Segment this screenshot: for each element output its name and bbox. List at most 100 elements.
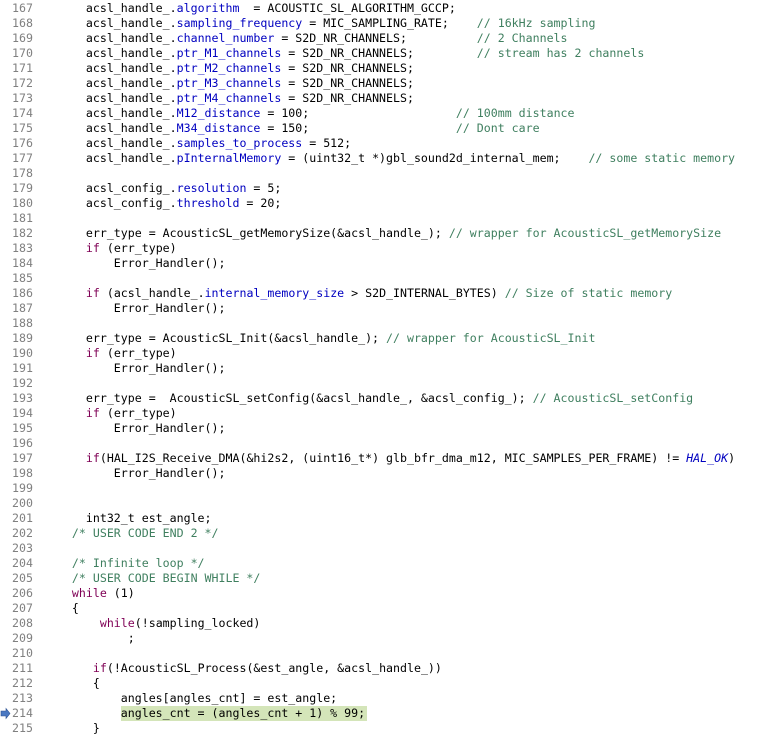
code-text[interactable]: { xyxy=(44,601,79,616)
code-text[interactable]: err_type = AcousticSL_setConfig(&acsl_ha… xyxy=(44,391,693,406)
code-text[interactable]: ; xyxy=(44,631,135,646)
code-text[interactable]: err_type = AcousticSL_Init(&acsl_handle_… xyxy=(44,331,596,346)
code-line[interactable]: 189 err_type = AcousticSL_Init(&acsl_han… xyxy=(0,331,760,346)
code-line[interactable]: 173 acsl_handle_.ptr_M4_channels = S2D_N… xyxy=(0,91,760,106)
code-text[interactable]: if (err_type) xyxy=(44,406,177,421)
code-text[interactable]: } xyxy=(44,721,100,736)
code-line[interactable]: 191 Error_Handler(); xyxy=(0,361,760,376)
code-line[interactable]: 210 xyxy=(0,646,760,661)
code-line[interactable]: 176 acsl_handle_.samples_to_process = 51… xyxy=(0,136,760,151)
code-text[interactable]: if (acsl_handle_.internal_memory_size > … xyxy=(44,286,672,301)
code-line[interactable]: 200 xyxy=(0,496,760,511)
code-line[interactable]: 208 while(!sampling_locked) xyxy=(0,616,760,631)
code-line[interactable]: 170 acsl_handle_.ptr_M1_channels = S2D_N… xyxy=(0,46,760,61)
code-line[interactable]: 177 acsl_handle_.pInternalMemory = (uint… xyxy=(0,151,760,166)
line-number: 205 xyxy=(12,571,33,585)
code-line[interactable]: 212 { xyxy=(0,676,760,691)
code-text[interactable]: angles[angles_cnt] = est_angle; xyxy=(44,691,337,706)
code-line[interactable]: 171 acsl_handle_.ptr_M2_channels = S2D_N… xyxy=(0,61,760,76)
code-text[interactable]: Error_Handler(); xyxy=(44,466,226,481)
code-text[interactable]: acsl_handle_.ptr_M1_channels = S2D_NR_CH… xyxy=(44,46,644,61)
code-text[interactable]: Error_Handler(); xyxy=(44,361,226,376)
code-line[interactable]: 192 xyxy=(0,376,760,391)
code-text[interactable]: acsl_handle_.ptr_M2_channels = S2D_NR_CH… xyxy=(44,61,414,76)
code-line[interactable]: 174 acsl_handle_.M12_distance = 100; // … xyxy=(0,106,760,121)
code-line[interactable]: 168 acsl_handle_.sampling_frequency = MI… xyxy=(0,16,760,31)
code-line[interactable]: 207 { xyxy=(0,601,760,616)
code-line[interactable]: 198 Error_Handler(); xyxy=(0,466,760,481)
code-text[interactable]: acsl_handle_.channel_number = S2D_NR_CHA… xyxy=(44,31,568,46)
code-text[interactable]: /* Infinite loop */ xyxy=(44,556,205,571)
code-line[interactable]: 175 acsl_handle_.M34_distance = 150; // … xyxy=(0,121,760,136)
code-line[interactable]: 214 angles_cnt = (angles_cnt + 1) % 99; xyxy=(0,706,760,721)
code-line[interactable]: 215 } xyxy=(0,721,760,736)
code-text[interactable]: Error_Handler(); xyxy=(44,301,226,316)
code-text[interactable]: acsl_config_.resolution = 5; xyxy=(44,181,281,196)
code-text[interactable]: acsl_handle_.samples_to_process = 512; xyxy=(44,136,351,151)
code-text[interactable]: acsl_handle_.sampling_frequency = MIC_SA… xyxy=(44,16,596,31)
line-number: 203 xyxy=(12,541,33,555)
code-text[interactable]: acsl_handle_.M34_distance = 150; // Dont… xyxy=(44,121,540,136)
code-token-field: M12_distance xyxy=(176,106,261,120)
code-line[interactable]: 172 acsl_handle_.ptr_M3_channels = S2D_N… xyxy=(0,76,760,91)
code-token-keyword: if xyxy=(85,406,100,420)
code-text[interactable]: if(HAL_I2S_Receive_DMA(&hi2s2, (uint16_t… xyxy=(44,451,735,466)
code-text[interactable]: acsl_handle_.ptr_M3_channels = S2D_NR_CH… xyxy=(44,76,414,91)
code-text[interactable]: angles_cnt = (angles_cnt + 1) % 99; xyxy=(44,706,365,721)
code-text[interactable]: { xyxy=(44,676,100,691)
code-line[interactable]: 187 Error_Handler(); xyxy=(0,301,760,316)
code-line[interactable]: 180 acsl_config_.threshold = 20; xyxy=(0,196,760,211)
code-text[interactable]: acsl_handle_.algorithm = ACOUSTIC_SL_ALG… xyxy=(44,1,456,16)
code-line[interactable]: 209 ; xyxy=(0,631,760,646)
code-line[interactable]: 169 acsl_handle_.channel_number = S2D_NR… xyxy=(0,31,760,46)
code-line[interactable]: 204 /* Infinite loop */ xyxy=(0,556,760,571)
code-text[interactable]: acsl_handle_.ptr_M4_channels = S2D_NR_CH… xyxy=(44,91,414,106)
code-line[interactable]: 183 if (err_type) xyxy=(0,241,760,256)
code-editor[interactable]: 167 acsl_handle_.algorithm = ACOUSTIC_SL… xyxy=(0,0,760,741)
code-line[interactable]: 203 xyxy=(0,541,760,556)
code-text[interactable]: if (err_type) xyxy=(44,346,177,361)
code-line[interactable]: 179 acsl_config_.resolution = 5; xyxy=(0,181,760,196)
code-line[interactable]: 197 if(HAL_I2S_Receive_DMA(&hi2s2, (uint… xyxy=(0,451,760,466)
code-line[interactable]: 199 xyxy=(0,481,760,496)
code-text[interactable]: while(!sampling_locked) xyxy=(44,616,261,631)
code-line[interactable]: 213 angles[angles_cnt] = est_angle; xyxy=(0,691,760,706)
code-text[interactable]: if(!AcousticSL_Process(&est_angle, &acsl… xyxy=(44,661,442,676)
code-text[interactable]: Error_Handler(); xyxy=(44,256,226,271)
line-number: 187 xyxy=(12,301,33,315)
code-text[interactable]: acsl_handle_.pInternalMemory = (uint32_t… xyxy=(44,151,735,166)
code-line[interactable]: 205 /* USER CODE BEGIN WHILE */ xyxy=(0,571,760,586)
code-text[interactable]: if (err_type) xyxy=(44,241,177,256)
code-line[interactable]: 181 xyxy=(0,211,760,226)
code-line[interactable]: 190 if (err_type) xyxy=(0,346,760,361)
code-line[interactable]: 194 if (err_type) xyxy=(0,406,760,421)
line-number: 181 xyxy=(12,211,33,225)
code-line[interactable]: 206 while (1) xyxy=(0,586,760,601)
code-token-plain: (HAL_I2S_Receive_DMA(&hi2s2, (uint16_t*)… xyxy=(99,451,687,465)
code-line[interactable]: 186 if (acsl_handle_.internal_memory_siz… xyxy=(0,286,760,301)
code-text[interactable]: int32_t est_angle; xyxy=(44,511,212,526)
code-text[interactable]: err_type = AcousticSL_getMemorySize(&acs… xyxy=(44,226,721,241)
code-line[interactable]: 178 xyxy=(0,166,760,181)
code-line[interactable]: 182 err_type = AcousticSL_getMemorySize(… xyxy=(0,226,760,241)
code-text[interactable]: Error_Handler(); xyxy=(44,421,226,436)
code-line[interactable]: 185 xyxy=(0,271,760,286)
code-line[interactable]: 167 acsl_handle_.algorithm = ACOUSTIC_SL… xyxy=(0,1,760,16)
code-line[interactable]: 193 err_type = AcousticSL_setConfig(&acs… xyxy=(0,391,760,406)
code-line[interactable]: 201 int32_t est_angle; xyxy=(0,511,760,526)
code-text[interactable]: while (1) xyxy=(44,586,135,601)
code-text[interactable]: /* USER CODE END 2 */ xyxy=(44,526,219,541)
code-line[interactable]: 211 if(!AcousticSL_Process(&est_angle, &… xyxy=(0,661,760,676)
code-line[interactable]: 196 xyxy=(0,436,760,451)
code-token-plain: acsl_handle_. xyxy=(44,1,177,15)
code-line[interactable]: 184 Error_Handler(); xyxy=(0,256,760,271)
code-line[interactable]: 188 xyxy=(0,316,760,331)
code-text[interactable]: acsl_handle_.M12_distance = 100; // 100m… xyxy=(44,106,575,121)
code-text[interactable]: acsl_config_.threshold = 20; xyxy=(44,196,281,211)
code-line[interactable]: 202 /* USER CODE END 2 */ xyxy=(0,526,760,541)
code-text[interactable]: /* USER CODE BEGIN WHILE */ xyxy=(44,571,260,586)
code-token-comment: // AcousticSL_setConfig xyxy=(532,391,694,405)
code-line[interactable]: 195 Error_Handler(); xyxy=(0,421,760,436)
